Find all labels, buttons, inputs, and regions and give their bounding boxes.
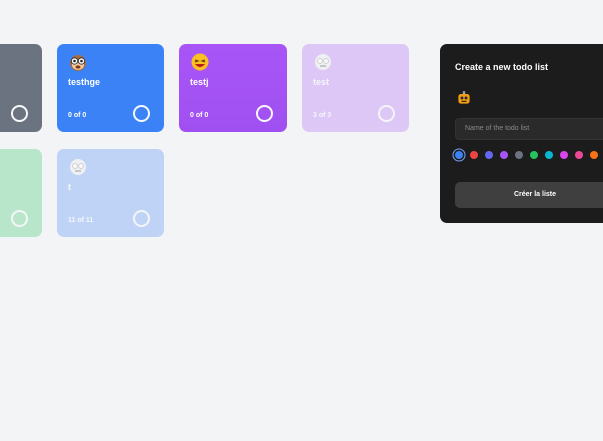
laughing-face-icon <box>191 53 209 71</box>
ghost-face-icon <box>315 54 331 70</box>
color-swatch-gray[interactable] <box>515 151 523 159</box>
list-count: 0 of 0 <box>68 112 87 119</box>
progress-ring <box>133 210 150 227</box>
color-swatch-orange[interactable] <box>590 151 598 159</box>
color-swatch-fuchsia[interactable] <box>560 151 568 159</box>
list-title: test <box>313 77 330 87</box>
progress-ring <box>11 105 28 122</box>
color-picker <box>455 151 598 159</box>
color-swatch-blue[interactable] <box>455 151 463 159</box>
progress-ring <box>256 105 273 122</box>
color-swatch-cyan[interactable] <box>545 151 553 159</box>
robot-face-icon[interactable] <box>456 90 472 106</box>
todo-list-card[interactable]: testj 0 of 0 <box>179 44 287 132</box>
todo-list-card[interactable]: test 3 of 3 <box>302 44 409 132</box>
progress-ring <box>11 210 28 227</box>
color-swatch-indigo[interactable] <box>485 151 493 159</box>
todo-list-card[interactable] <box>0 44 42 132</box>
progress-ring <box>378 105 395 122</box>
list-count: 11 of 11 <box>68 217 94 224</box>
panel-title: Create a new todo list <box>455 62 549 72</box>
color-swatch-purple[interactable] <box>500 151 508 159</box>
todo-list-card[interactable]: t 11 of 11 <box>57 149 164 237</box>
monkey-face-icon <box>70 55 86 71</box>
todo-list-card[interactable] <box>0 149 42 237</box>
list-count: 0 of 0 <box>190 112 209 119</box>
create-list-panel: Create a new todo list Name of the todo … <box>440 44 603 223</box>
list-count: 3 of 3 <box>313 112 332 119</box>
color-swatch-red[interactable] <box>470 151 478 159</box>
progress-ring <box>133 105 150 122</box>
list-name-input[interactable]: Name of the todo list <box>455 118 603 140</box>
color-swatch-green[interactable] <box>530 151 538 159</box>
list-title: t <box>68 182 71 192</box>
ghost-face-icon <box>70 159 86 175</box>
list-title: testj <box>190 77 209 87</box>
todo-list-card[interactable]: testhge 0 of 0 <box>57 44 164 132</box>
list-title: testhge <box>68 77 101 87</box>
create-list-button[interactable]: Créer la liste <box>455 182 603 208</box>
color-swatch-pink[interactable] <box>575 151 583 159</box>
